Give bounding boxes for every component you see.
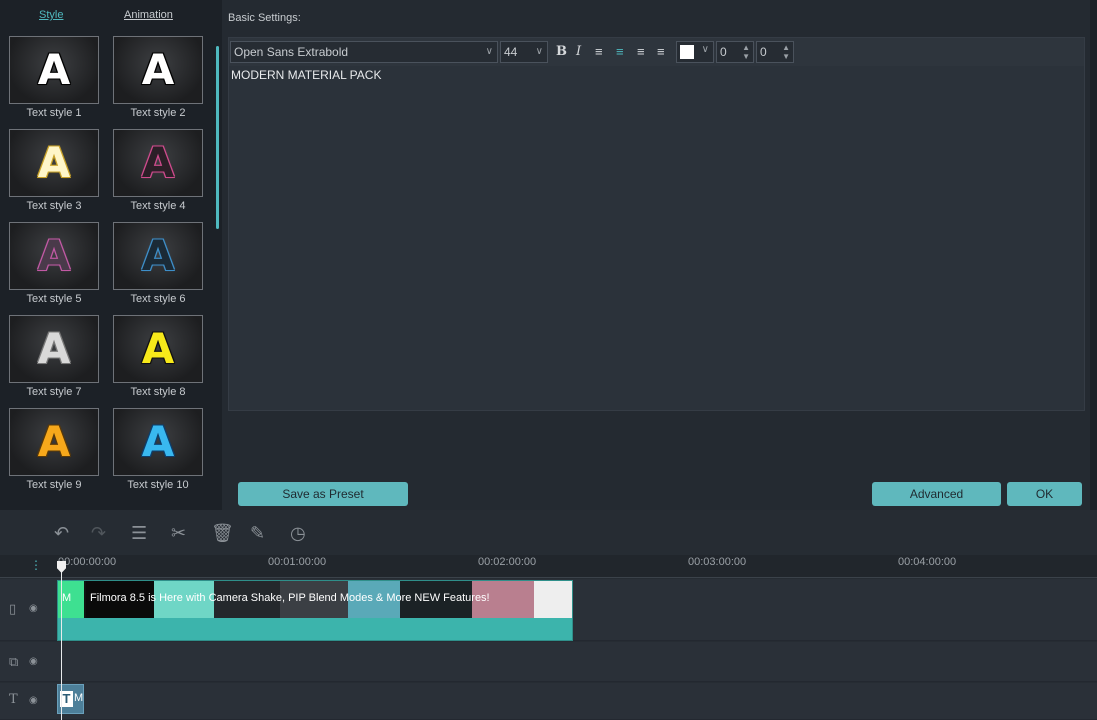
playhead-line <box>61 562 62 720</box>
editor-text-content[interactable]: MODERN MATERIAL PACK <box>231 68 381 82</box>
delete-icon[interactable]: 🗑 <box>211 524 234 542</box>
timecode-4: 00:04:00:00 <box>898 556 957 568</box>
basic-settings-label: Basic Settings: <box>228 12 301 24</box>
text-track: T ◉ <box>0 683 1097 720</box>
timecode-3: 00:03:00:00 <box>688 556 747 568</box>
text-style-preview: A <box>141 231 175 280</box>
text-clip-label: M <box>74 692 84 704</box>
text-style-tile[interactable]: A <box>113 222 203 290</box>
clip-prefix: M <box>62 592 72 604</box>
text-style-label: Text style 4 <box>130 200 186 212</box>
clip-title: Filmora 8.5 is Here with Camera Shake, P… <box>90 592 490 604</box>
tab-style[interactable]: Style <box>39 9 63 21</box>
eye-icon[interactable]: ◉ <box>29 603 38 614</box>
eye-icon[interactable]: ◉ <box>29 695 38 706</box>
bold-button[interactable]: B <box>556 43 567 61</box>
chevron-down-icon: ∨ <box>485 46 493 57</box>
right-scrollbar[interactable] <box>1090 0 1097 510</box>
eye-icon[interactable]: ◉ <box>29 656 38 667</box>
tab-animation[interactable]: Animation <box>124 9 173 21</box>
text-style-tile[interactable]: A <box>9 408 99 476</box>
chevron-down-icon: ∨ <box>701 44 709 55</box>
video-track-icon: ▯ <box>9 601 17 616</box>
pip-track: ⧉ ◉ <box>0 642 1097 682</box>
spacing-value-2: 0 <box>760 45 767 59</box>
text-style-label: Text style 9 <box>26 479 82 491</box>
italic-button[interactable]: I <box>576 43 581 61</box>
text-style-preview: A <box>141 138 175 187</box>
stepper-arrows-icon[interactable]: ▲ ▼ <box>782 43 790 61</box>
settings-area: Basic Settings: Open Sans Extrabold ∨ 44… <box>222 0 1090 510</box>
spacing-stepper-2[interactable]: 0 ▲ ▼ <box>756 41 794 63</box>
text-editor[interactable]: Open Sans Extrabold ∨ 44 ∨ B I ≡ ≡ ≡ ≡ ∨… <box>228 37 1085 411</box>
text-style-label: Text style 7 <box>26 386 82 398</box>
text-style-label: Text style 2 <box>130 107 186 119</box>
font-select-value: Open Sans Extrabold <box>234 45 349 59</box>
text-style-tile[interactable]: A <box>113 408 203 476</box>
text-style-label: Text style 10 <box>127 479 189 491</box>
timecode-2: 00:02:00:00 <box>478 556 537 568</box>
text-style-preview: A <box>141 45 175 94</box>
font-size-value: 44 <box>504 45 518 59</box>
align-center-icon[interactable]: ≡ <box>616 43 624 61</box>
text-style-tile[interactable]: A <box>9 36 99 104</box>
font-size-select[interactable]: 44 ∨ <box>500 41 548 63</box>
text-style-label: Text style 5 <box>26 293 82 305</box>
text-style-preview: A <box>37 324 71 373</box>
timeline-toolbar: ↶ ↷ ☰ ✂ 🗑 ✎ ◷ <box>0 510 1097 555</box>
advanced-button[interactable]: Advanced <box>872 482 1001 506</box>
text-style-tile[interactable]: A <box>113 315 203 383</box>
font-select[interactable]: Open Sans Extrabold ∨ <box>230 41 498 63</box>
undo-icon[interactable]: ↶ <box>54 524 69 542</box>
text-style-preview: A <box>37 45 71 94</box>
text-style-label: Text style 6 <box>130 293 186 305</box>
spacing-stepper-1[interactable]: 0 ▲ ▼ <box>716 41 754 63</box>
color-swatch <box>680 45 694 59</box>
text-style-label: Text style 3 <box>26 200 82 212</box>
align-left-icon[interactable]: ≡ <box>595 43 603 61</box>
thumb-frame <box>534 581 572 618</box>
text-style-preview: A <box>141 324 175 373</box>
stepper-arrows-icon[interactable]: ▲ ▼ <box>742 43 750 61</box>
format-toolbar: Open Sans Extrabold ∨ 44 ∨ B I ≡ ≡ ≡ ≡ ∨… <box>229 38 1084 66</box>
chevron-down-icon: ∨ <box>535 46 543 57</box>
video-clip[interactable]: M Filmora 8.5 is Here with Camera Shake,… <box>57 580 573 641</box>
text-style-tile[interactable]: A <box>9 315 99 383</box>
text-style-preview: A <box>37 138 71 187</box>
adjust-icon[interactable]: ☰ <box>131 524 147 542</box>
timeline-ruler[interactable]: ⋮ 00:00:00:00 00:01:00:00 00:02:00:00 00… <box>0 555 1097 578</box>
text-style-preview: A <box>37 417 71 466</box>
text-style-label: Text style 1 <box>26 107 82 119</box>
clip-thumbnails: M Filmora 8.5 is Here with Camera Shake,… <box>58 581 572 618</box>
text-style-tile[interactable]: A <box>113 129 203 197</box>
text-color-picker[interactable]: ∨ <box>676 41 714 63</box>
timecode-0: 00:00:00:00 <box>58 556 117 568</box>
pip-track-icon: ⧉ <box>9 654 19 669</box>
text-style-preview: A <box>141 417 175 466</box>
text-style-tile[interactable]: A <box>113 36 203 104</box>
edit-icon[interactable]: ✎ <box>250 524 265 542</box>
cut-icon[interactable]: ✂ <box>171 524 186 542</box>
timecode-1: 00:01:00:00 <box>268 556 327 568</box>
duration-clock-icon[interactable]: ◷ <box>290 524 306 542</box>
text-track-icon: T <box>9 692 18 707</box>
align-justify-icon[interactable]: ≡ <box>657 43 665 61</box>
clip-audio-waveform <box>58 618 572 640</box>
text-style-label: Text style 8 <box>130 386 186 398</box>
timeline: ↶ ↷ ☰ ✂ 🗑 ✎ ◷ ⋮ 00:00:00:00 00:01:00:00 … <box>0 510 1097 720</box>
text-style-preview: A <box>37 231 71 280</box>
snap-icon[interactable]: ⋮ <box>30 558 42 572</box>
style-panel-scrollbar[interactable] <box>216 46 219 229</box>
ok-button[interactable]: OK <box>1007 482 1082 506</box>
text-style-tile[interactable]: A <box>9 129 99 197</box>
text-style-panel: Style Animation A Text style 1 A Text style… <box>0 0 219 510</box>
align-right-icon[interactable]: ≡ <box>637 43 645 61</box>
text-style-tile[interactable]: A <box>9 222 99 290</box>
redo-icon[interactable]: ↷ <box>91 524 106 542</box>
spacing-value-1: 0 <box>720 45 727 59</box>
save-preset-button[interactable]: Save as Preset <box>238 482 408 506</box>
